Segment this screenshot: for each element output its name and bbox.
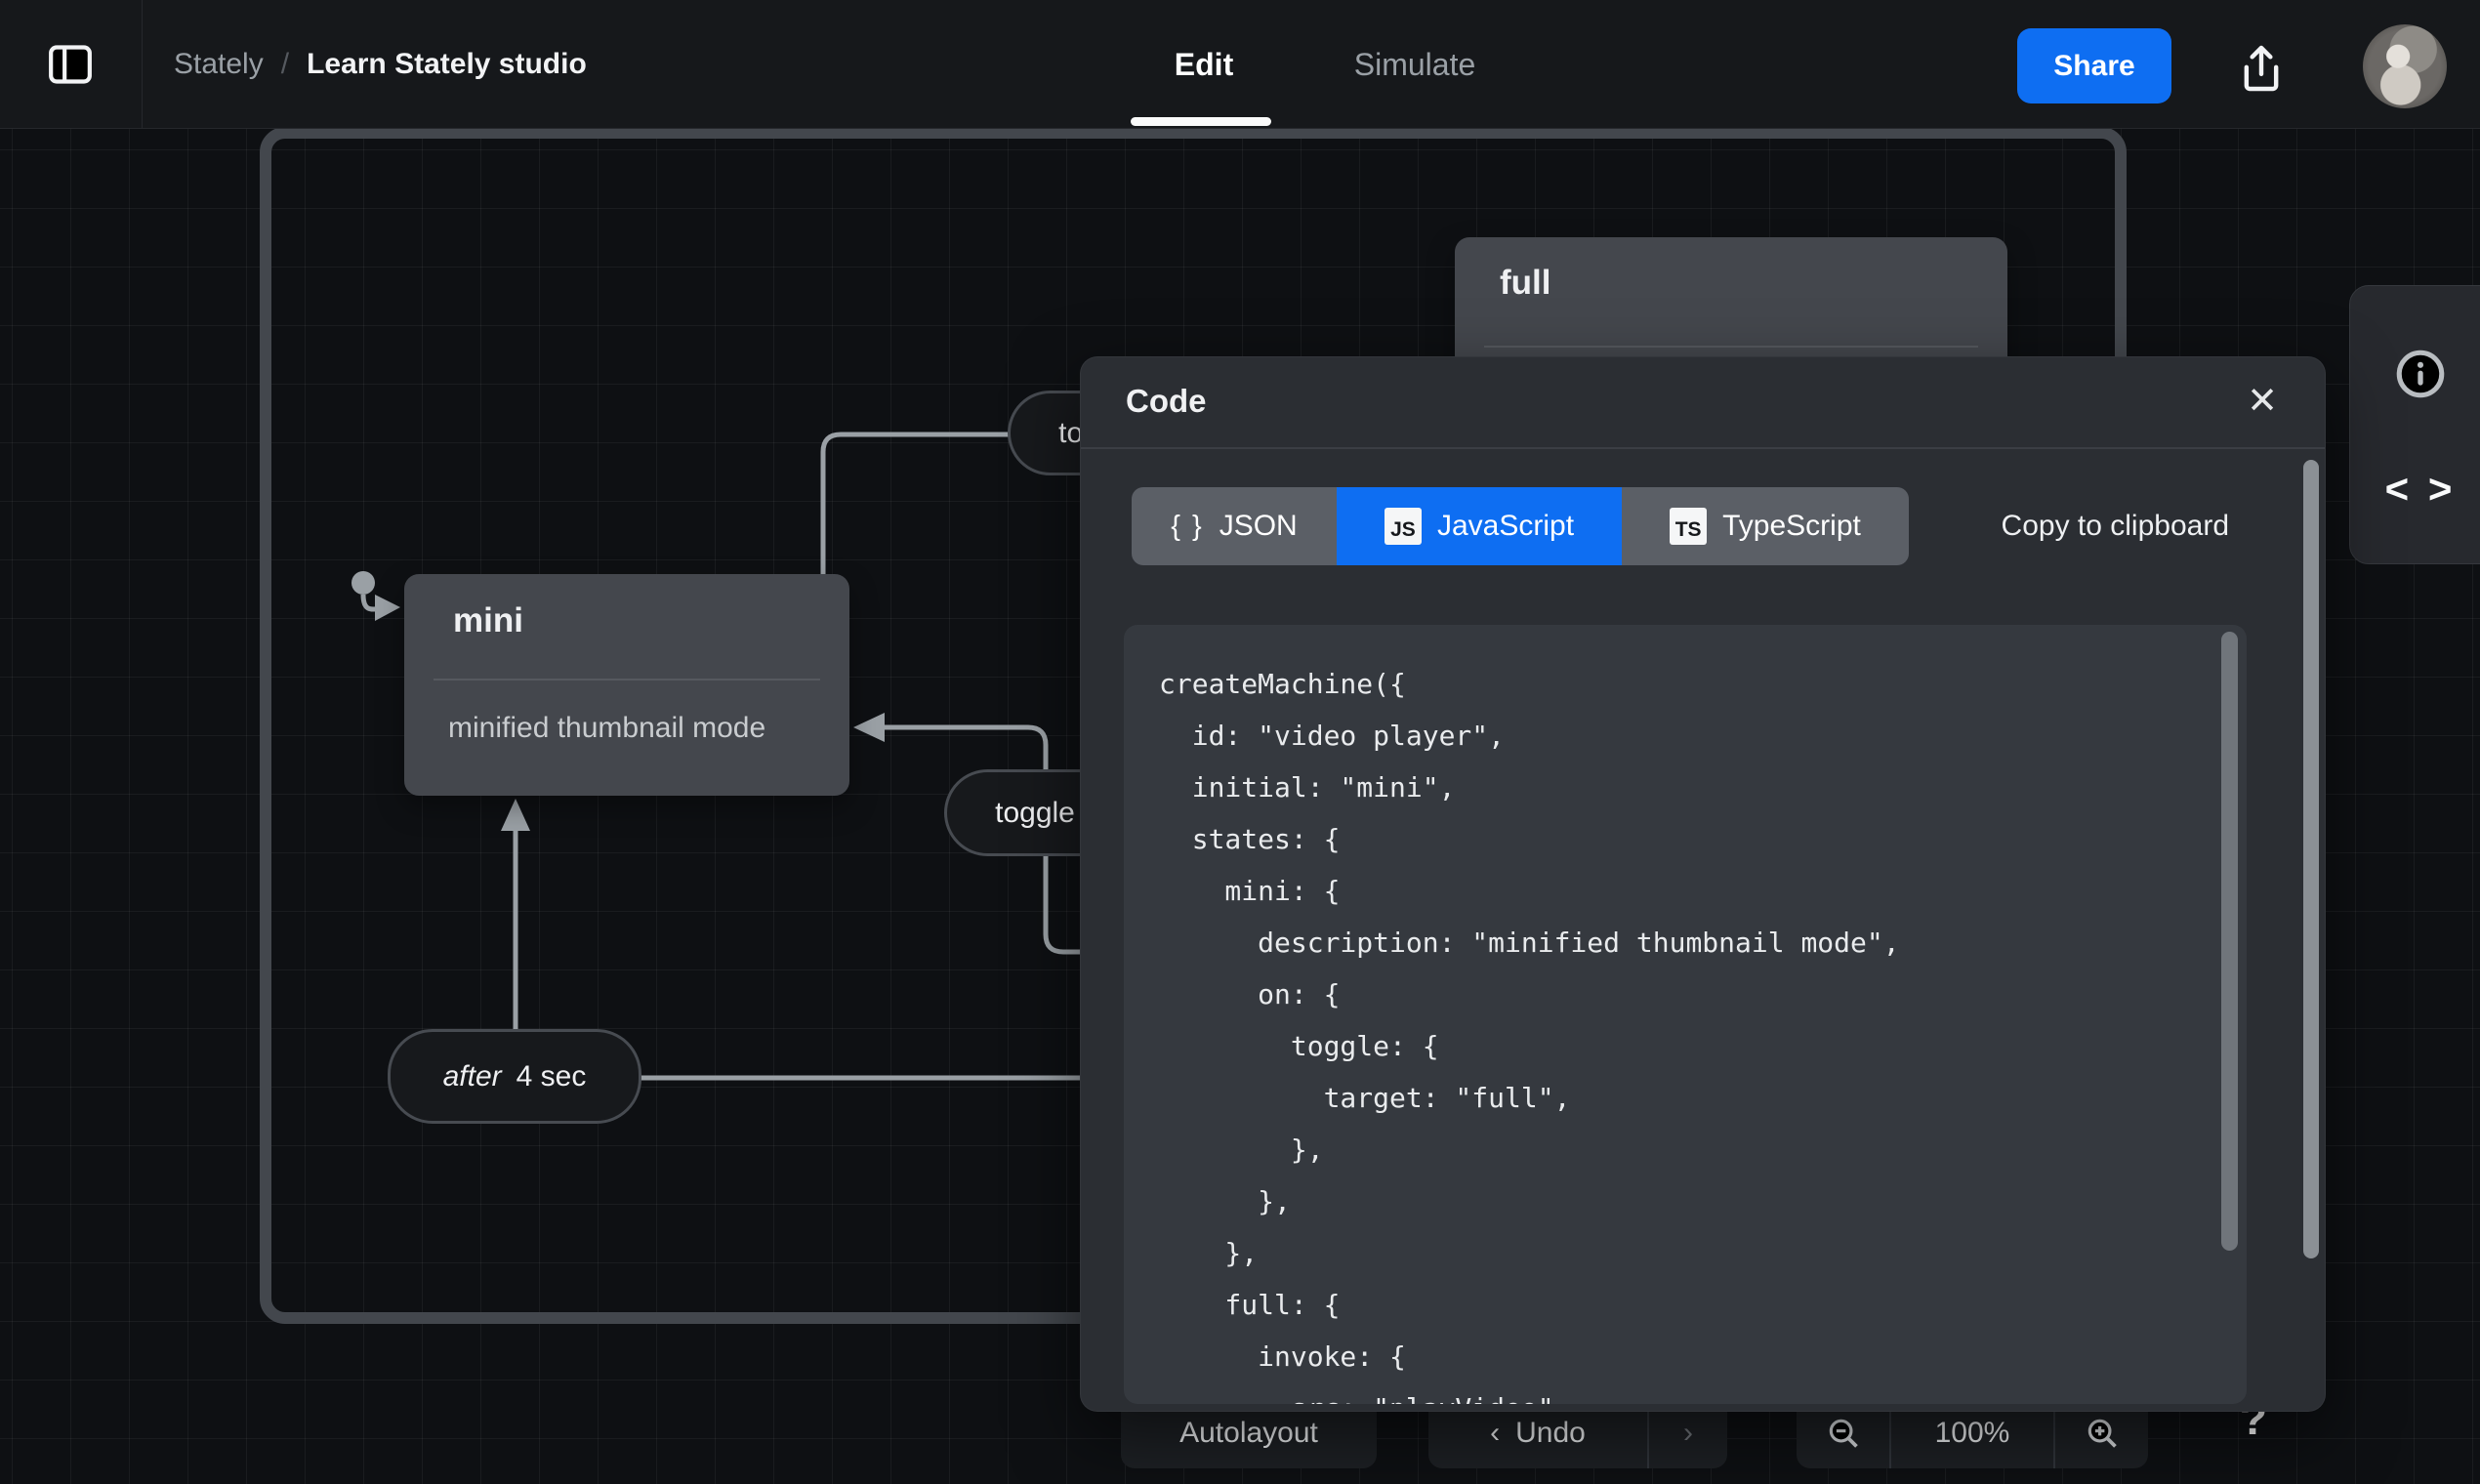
code-panel-header: Code ✕: [1081, 357, 2325, 449]
tab-label: Simulate: [1353, 46, 1476, 82]
breadcrumb-separator: /: [280, 48, 290, 80]
panel-left-icon: [49, 45, 92, 84]
state-divider: [434, 679, 820, 680]
language-tab-group: { } JSON JS JavaScript TS TypeScript: [1132, 487, 1909, 565]
active-tab-indicator: [1131, 117, 1271, 126]
divider: [142, 0, 143, 129]
after-delay-value: 4 sec: [516, 1059, 587, 1092]
undo-label: Undo: [1515, 1417, 1586, 1449]
tab-simulate[interactable]: Simulate: [1337, 0, 1493, 129]
right-tool-rail: < >: [2349, 285, 2480, 564]
code-editor[interactable]: createMachine({ id: "video player", init…: [1124, 625, 2247, 1404]
share-label: Share: [2053, 49, 2135, 82]
code-scrollbar-thumb[interactable]: [2221, 632, 2238, 1251]
zoom-level-value: 100%: [1934, 1417, 2010, 1449]
state-description: minified thumbnail mode: [448, 712, 766, 744]
code-panel-toggle-button[interactable]: < >: [2379, 448, 2461, 530]
user-avatar[interactable]: [2363, 24, 2447, 108]
zoom-out-button[interactable]: [1797, 1415, 1889, 1452]
code-panel-title: Code: [1126, 383, 1207, 419]
code-panel-dialog: Code ✕ { } JSON JS JavaScript TS TypeScr…: [1080, 356, 2326, 1412]
undo-chevron-icon: ‹: [1490, 1417, 1501, 1449]
tab-label: JavaScript: [1436, 510, 1575, 542]
zoom-in-icon: [2087, 1419, 2117, 1448]
breadcrumb: Stately / Learn Stately studio: [174, 0, 587, 129]
machine-source-code: createMachine({ id: "video player", init…: [1159, 668, 1900, 1404]
info-icon: [2396, 350, 2445, 398]
typescript-badge-icon: TS: [1670, 508, 1708, 545]
tab-edit[interactable]: Edit: [1171, 0, 1237, 129]
json-braces-icon: { }: [1171, 510, 1204, 542]
redo-chevron-icon: ›: [1683, 1417, 1693, 1449]
tab-label: JSON: [1219, 510, 1298, 542]
event-label: toggle: [995, 796, 1075, 829]
tab-json[interactable]: { } JSON: [1132, 487, 1337, 565]
close-icon[interactable]: ✕: [2247, 379, 2278, 423]
initial-state-marker: [351, 571, 400, 621]
undo-button[interactable]: ‹ Undo: [1428, 1417, 1647, 1450]
share-upload-icon: [2244, 45, 2279, 92]
state-node-mini[interactable]: mini minified thumbnail mode: [404, 574, 849, 796]
tab-javascript[interactable]: JS JavaScript: [1337, 487, 1622, 565]
panel-scrollbar-thumb[interactable]: [2303, 460, 2319, 1258]
share-button[interactable]: Share: [2017, 28, 2171, 103]
copy-to-clipboard-button[interactable]: Copy to clipboard: [1936, 487, 2229, 565]
state-title-mini: mini: [453, 601, 523, 639]
state-divider: [1484, 346, 1978, 348]
tab-label: TypeScript: [1722, 510, 1861, 542]
after-keyword: after: [442, 1059, 502, 1092]
redo-button[interactable]: ›: [1649, 1417, 1727, 1450]
event-pill-after-delay[interactable]: after 4 sec: [388, 1029, 641, 1124]
top-bar: Stately / Learn Stately studio Edit Simu…: [0, 0, 2480, 129]
copy-label: Copy to clipboard: [2001, 510, 2229, 542]
zoom-level-button[interactable]: 100%: [1891, 1417, 2053, 1450]
zoom-in-button[interactable]: [2055, 1415, 2148, 1452]
code-brackets-icon: < >: [2384, 466, 2457, 512]
state-title-full: full: [1500, 264, 1551, 302]
tab-label: Edit: [1174, 46, 1234, 82]
export-button[interactable]: [2229, 39, 2294, 98]
autolayout-label: Autolayout: [1179, 1417, 1318, 1449]
breadcrumb-project-name[interactable]: Learn Stately studio: [307, 48, 587, 81]
sidebar-toggle-button[interactable]: [18, 21, 123, 107]
zoom-out-icon: [1829, 1419, 1858, 1448]
machine-info-button[interactable]: [2379, 333, 2461, 415]
javascript-badge-icon: JS: [1384, 508, 1422, 545]
breadcrumb-org-link[interactable]: Stately: [174, 48, 264, 81]
tab-typescript[interactable]: TS TypeScript: [1622, 487, 1909, 565]
